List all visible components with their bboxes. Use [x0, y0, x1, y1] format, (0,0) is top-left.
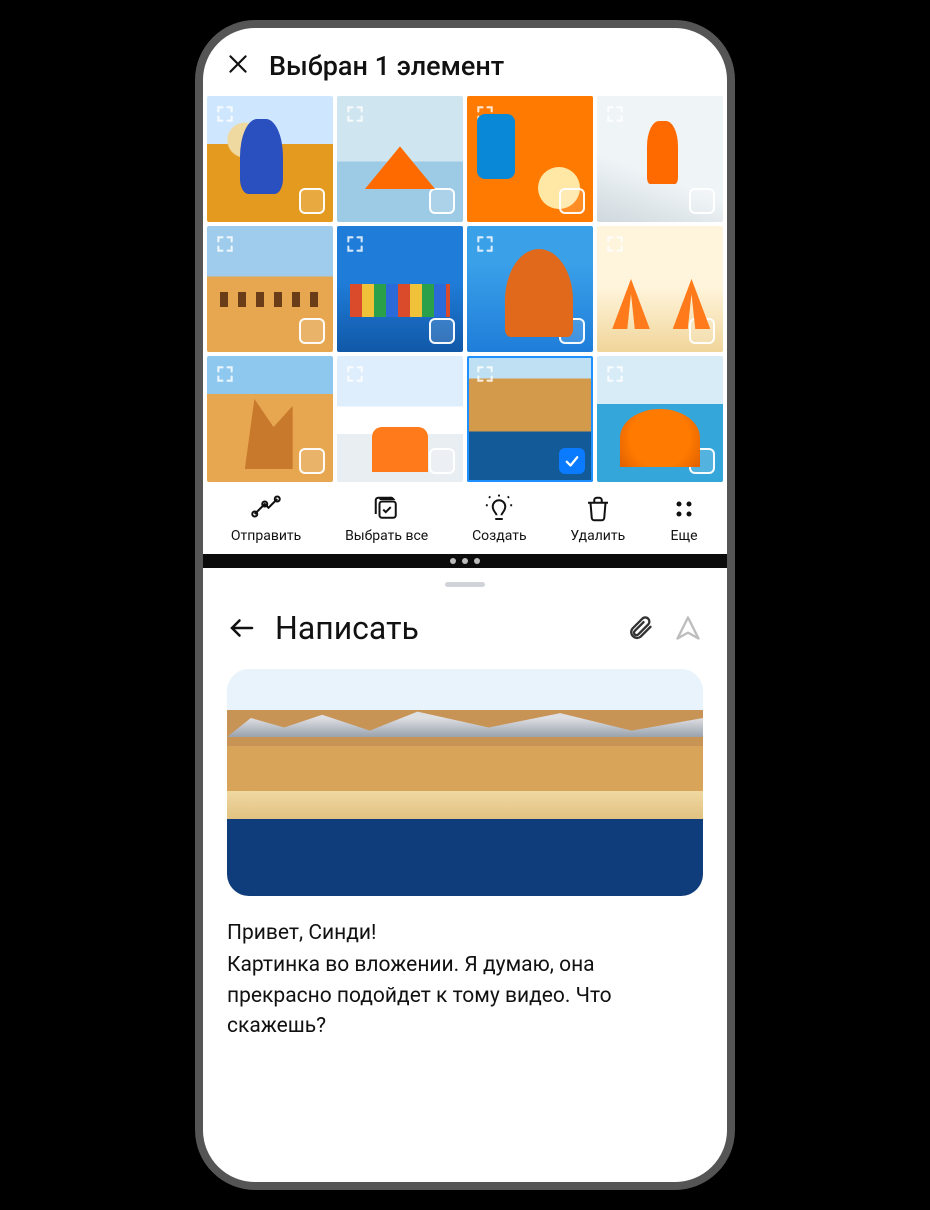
divider-dots-icon	[450, 558, 480, 564]
screen: Выбран 1 элемент Отправить Выбрать все С…	[203, 28, 727, 1182]
fullscreen-icon	[215, 234, 235, 254]
close-icon[interactable]	[225, 51, 251, 81]
toolbar-label: Отправить	[231, 528, 301, 544]
phone-frame: Выбран 1 элемент Отправить Выбрать все С…	[195, 20, 735, 1190]
photo-arch[interactable]	[467, 226, 593, 352]
message-text: Картинка во вложении. Я думаю, она прекр…	[227, 950, 703, 1041]
gallery-app: Выбран 1 элемент Отправить Выбрать все С…	[203, 28, 727, 554]
attachment-image	[227, 669, 703, 896]
compose-app: Написать Привет, Синди! Картинка во влож…	[203, 568, 727, 1182]
photo-umbrella[interactable]	[597, 356, 723, 482]
selection-checkbox[interactable]	[559, 318, 585, 344]
fullscreen-icon	[605, 364, 625, 384]
selection-checkbox[interactable]	[299, 318, 325, 344]
attachment-icon[interactable]	[625, 613, 655, 643]
toolbar-label: Удалить	[570, 528, 625, 544]
create-button[interactable]: Создать	[472, 494, 527, 544]
compose-title: Написать	[275, 609, 419, 647]
photo-camels[interactable]	[207, 226, 333, 352]
fullscreen-icon	[215, 104, 235, 124]
toolbar-label: Выбрать все	[345, 528, 428, 544]
selection-checkbox[interactable]	[299, 188, 325, 214]
back-icon[interactable]	[227, 613, 257, 643]
message-greeting: Привет, Синди!	[227, 918, 703, 948]
photo-grid	[203, 96, 727, 482]
fullscreen-icon	[475, 104, 495, 124]
selection-checkbox[interactable]	[559, 448, 585, 474]
send-icon[interactable]	[673, 613, 703, 643]
more-button[interactable]: Еще	[669, 494, 699, 544]
photo-woman-field[interactable]	[207, 96, 333, 222]
fullscreen-icon	[345, 234, 365, 254]
photo-coast[interactable]	[467, 356, 593, 482]
toolbar-label: Еще	[671, 528, 698, 544]
gallery-title: Выбран 1 элемент	[269, 50, 504, 82]
select-all-button[interactable]: Выбрать все	[345, 494, 428, 544]
photo-rocks[interactable]	[207, 356, 333, 482]
selection-checkbox[interactable]	[429, 448, 455, 474]
fullscreen-icon	[475, 364, 495, 384]
send-button[interactable]: Отправить	[231, 494, 301, 544]
photo-flatlay[interactable]	[467, 96, 593, 222]
photo-skier[interactable]	[597, 96, 723, 222]
gallery-header: Выбран 1 элемент	[203, 28, 727, 96]
attachment-preview[interactable]	[227, 669, 703, 896]
selection-checkbox[interactable]	[689, 188, 715, 214]
photo-snow-chairs[interactable]	[337, 356, 463, 482]
toolbar-label: Создать	[472, 528, 527, 544]
fullscreen-icon	[605, 234, 625, 254]
photo-paper-boat[interactable]	[337, 96, 463, 222]
message-body[interactable]: Привет, Синди! Картинка во вложении. Я д…	[227, 918, 703, 1042]
photo-houses[interactable]	[337, 226, 463, 352]
compose-header: Написать	[227, 609, 703, 647]
selection-checkbox[interactable]	[559, 188, 585, 214]
fullscreen-icon	[475, 234, 495, 254]
selection-checkbox[interactable]	[429, 188, 455, 214]
selection-checkbox[interactable]	[689, 448, 715, 474]
split-screen-divider[interactable]	[203, 554, 727, 568]
selection-checkbox[interactable]	[299, 448, 325, 474]
gallery-toolbar: Отправить Выбрать все Создать Удалить Ещ…	[203, 482, 727, 554]
selection-checkbox[interactable]	[689, 318, 715, 344]
photo-deckchairs[interactable]	[597, 226, 723, 352]
selection-checkbox[interactable]	[429, 318, 455, 344]
fullscreen-icon	[215, 364, 235, 384]
fullscreen-icon	[605, 104, 625, 124]
fullscreen-icon	[345, 104, 365, 124]
delete-button[interactable]: Удалить	[570, 494, 625, 544]
drag-handle[interactable]	[445, 582, 485, 587]
fullscreen-icon	[345, 364, 365, 384]
